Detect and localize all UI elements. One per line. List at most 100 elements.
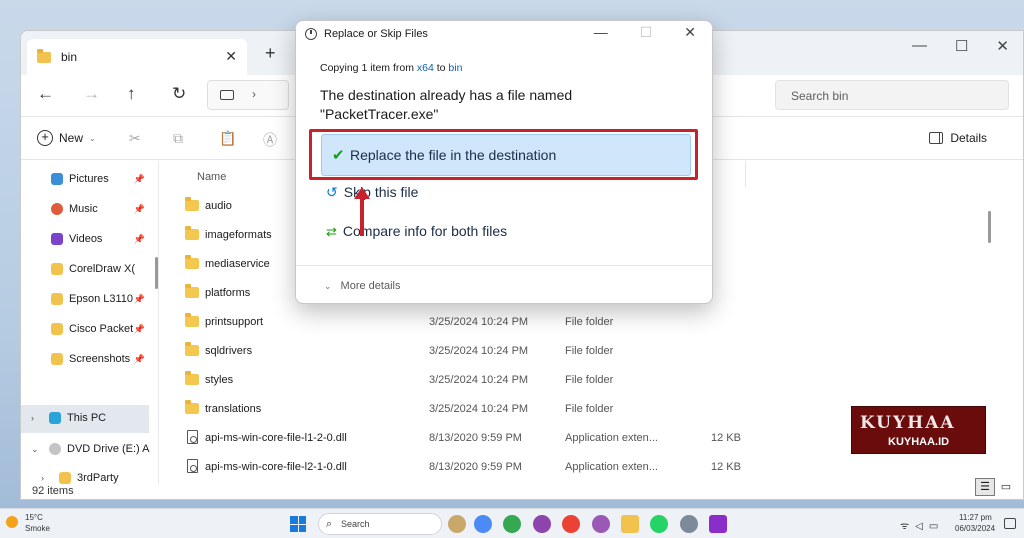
sidebar-item-screenshots[interactable]: Screenshots 📌 [51,353,151,365]
details-pane-icon [929,132,944,144]
file-explorer-icon[interactable] [621,515,639,533]
winrar-icon[interactable] [709,515,727,533]
compare-option-label: Compare info for both files [342,223,508,239]
copy-icon[interactable]: ⧉ [173,130,187,146]
details-button[interactable]: Details [929,131,987,145]
file-list-scrollbar[interactable] [988,211,991,243]
highlight-rectangle [309,129,698,180]
pin-icon: 📌 [133,203,145,214]
notification-icon[interactable] [1004,518,1016,529]
videos-icon [51,233,63,245]
sidebar-item-epson[interactable]: Epson L3110 📌 [51,293,151,305]
folder-icon [185,197,199,211]
skip-file-option[interactable]: ↺ Skip this file [326,184,418,201]
file-name: platforms [205,287,251,299]
system-tray[interactable]: ᯤ◁▭ [900,518,944,532]
whatsapp-icon[interactable] [650,515,668,533]
weather-icon[interactable] [6,516,18,528]
tree-item-label: DVD Drive (E:) A [67,443,150,455]
start-button[interactable] [290,516,306,532]
sidebar-item-pictures[interactable]: Pictures 📌 [51,173,151,185]
tree-item-this-pc[interactable]: › This PC [31,412,106,424]
sidebar-item-cisco-packet[interactable]: Cisco Packet 📌 [51,323,151,335]
folder-icon [37,48,51,63]
widgets-icon[interactable] [448,515,466,533]
maximize-button[interactable]: ☐ [955,37,968,55]
chrome-profile-icon[interactable] [533,515,551,533]
address-box[interactable]: › [207,80,289,110]
file-type: File folder [565,345,614,357]
column-divider[interactable] [745,161,746,187]
kuyhaa-watermark-logo: KUYHAA KUYHAA.ID [851,406,986,454]
tab-label: bin [61,50,78,64]
conflicting-file-name: "PacketTracer.exe" [320,106,439,122]
search-icon: ⌕ [326,518,333,530]
file-row[interactable]: api-ms-win-core-file-l2-1-0.dll 8/13/202… [185,454,785,482]
more-details-toggle[interactable]: ⌄ More details [324,280,400,292]
file-row[interactable]: translations 3/25/2024 10:24 PM File fol… [185,396,785,424]
folder-icon [185,226,199,240]
sidebar-scrollbar[interactable] [155,257,158,289]
taskbar-search[interactable]: ⌕ Search [318,513,442,535]
annotation-arrow-shaft [360,196,364,236]
new-tab-button[interactable]: + [265,43,276,64]
file-row[interactable]: printsupport 3/25/2024 10:24 PM File fol… [185,309,785,337]
dialog-minimize-button[interactable]: — [594,24,608,41]
chrome-profile-icon[interactable] [503,515,521,533]
chevron-down-icon: ⌄ [324,281,332,291]
file-row[interactable]: sqldrivers 3/25/2024 10:24 PM File folde… [185,338,785,366]
file-name: translations [205,403,262,415]
sidebar-item-videos[interactable]: Videos 📌 [51,233,151,245]
sidebar-item-label: Music [69,203,98,215]
tree-item-label: This PC [67,412,107,424]
dialog-maximize-button: ☐ [639,24,653,40]
chevron-right-icon: › [41,473,44,483]
destination-folder-link[interactable]: bin [448,62,462,74]
new-button[interactable]: + New ⌄ [37,130,96,146]
folder-icon [185,342,199,356]
search-input[interactable]: Search bin [775,80,1009,110]
folder-icon [51,263,63,275]
rename-icon[interactable]: Ⓐ [263,130,277,148]
source-folder-link[interactable]: x64 [417,62,434,74]
file-row[interactable]: styles 3/25/2024 10:24 PM File folder [185,367,785,395]
folder-icon [185,313,199,327]
close-tab-icon[interactable]: ✕ [225,48,237,65]
folder-icon [185,255,199,269]
column-header-name[interactable]: Name [197,171,226,183]
forward-button[interactable]: → [83,84,100,104]
chrome-profile-icon[interactable] [592,515,610,533]
paste-icon[interactable]: 📋 [219,130,236,146]
chrome-profile-icon[interactable] [562,515,580,533]
file-type: File folder [565,316,614,328]
dialog-divider [296,265,712,266]
close-button[interactable]: ✕ [996,37,1009,55]
file-row[interactable]: api-ms-win-core-file-l1-2-0.dll 8/13/202… [185,425,785,453]
chevron-right-icon: › [31,413,34,423]
refresh-button[interactable]: ↻ [172,84,186,104]
tiles-view-button[interactable]: ▭ [997,478,1015,496]
clock-date[interactable]: 06/03/2024 [955,524,995,533]
back-button[interactable]: ← [37,84,54,104]
watermark-top-text: KUYHAA [860,413,956,433]
tab-bin[interactable]: bin ✕ [27,39,247,75]
chrome-icon[interactable] [474,515,492,533]
cut-icon[interactable]: ✂ [129,130,143,146]
up-button[interactable]: ↑ [127,84,136,104]
weather-temperature: 15°C [25,513,43,522]
monitor-icon [220,90,234,100]
minimize-button[interactable]: — [912,37,927,55]
tree-item-3rdparty[interactable]: › 3rdParty [41,472,119,484]
tree-item-dvd-drive[interactable]: ⌄ DVD Drive (E:) A [31,443,150,455]
plus-icon: + [37,130,53,146]
details-view-button[interactable]: ☰ [975,478,995,496]
more-details-label: More details [340,280,401,292]
sidebar-item-label: Videos [69,233,103,245]
sidebar-item-coreldraw[interactable]: CorelDraw X( [51,263,151,275]
dialog-close-button[interactable]: ✕ [684,24,696,41]
clock-time[interactable]: 11:27 pm [959,513,992,522]
clock-icon [305,28,317,40]
sidebar-item-music[interactable]: Music 📌 [51,203,151,215]
settings-icon[interactable] [680,515,698,533]
compare-files-option[interactable]: ⇄ Compare info for both files [326,223,507,240]
